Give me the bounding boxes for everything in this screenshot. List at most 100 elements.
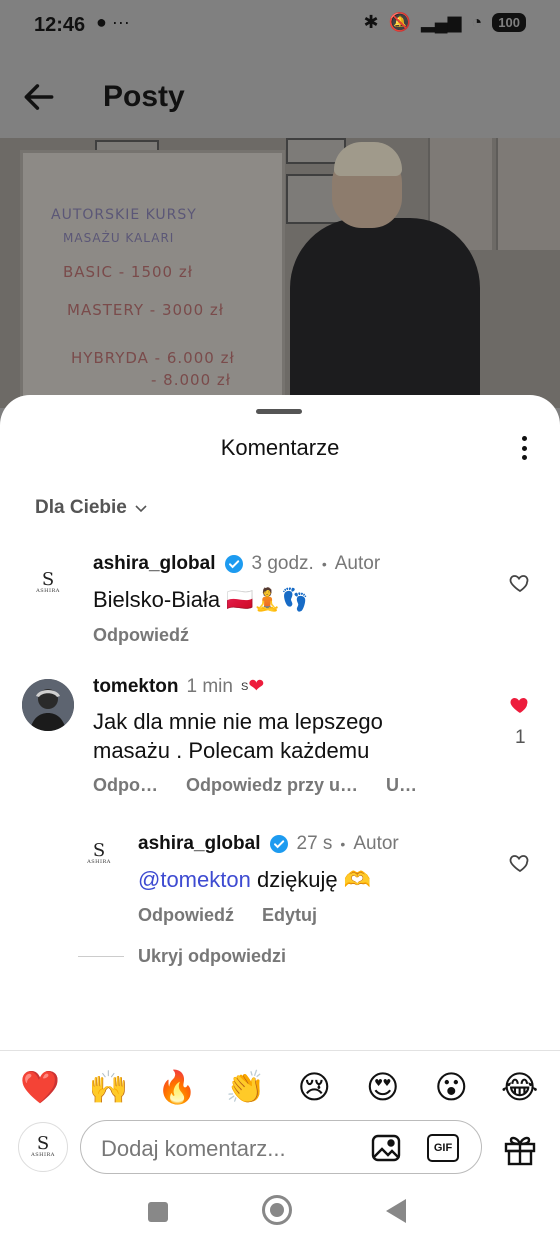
avatar-logo-mark: S xyxy=(92,840,106,861)
comment-username[interactable]: tomekton xyxy=(93,676,179,698)
page-title: Posty xyxy=(103,80,185,113)
heart-filled-icon[interactable] xyxy=(508,693,532,717)
emoji-laughing[interactable]: 😂 xyxy=(497,1068,543,1106)
separator-dot: • xyxy=(340,836,346,852)
home-button[interactable] xyxy=(262,1195,292,1225)
emoji-raised-hands[interactable]: 🙌 xyxy=(86,1068,132,1106)
author-badge: Autor xyxy=(334,553,381,574)
comment-meta: ashira_global 27 s • Autor xyxy=(138,833,399,855)
comment-username[interactable]: ashira_global xyxy=(138,833,261,855)
comment-text: @tomekton dziękuję 🫶 xyxy=(138,865,371,894)
back-button[interactable] xyxy=(20,78,60,118)
reply-with-mention-button[interactable]: Odpowiedz przy u… xyxy=(186,775,358,796)
status-icons: ✱ 🔕 ▂▄▆ ◔ 100 xyxy=(363,12,526,33)
divider xyxy=(78,956,124,957)
comment-time: 3 godz. xyxy=(251,553,314,574)
author-badge: Autor xyxy=(353,833,399,854)
avatar[interactable]: S ASHIRA xyxy=(22,557,74,609)
comment-time: 1 min xyxy=(186,675,233,697)
filter-label: Dla Ciebie xyxy=(35,497,127,518)
comment: S ASHIRA ashira_global 3 godz. • Autor B… xyxy=(0,545,560,655)
status-bar: 12:46 ● ··· ✱ 🔕 ▂▄▆ ◔ 100 xyxy=(0,0,560,52)
reply-comment: S ASHIRA ashira_global 27 s • Autor @tom… xyxy=(0,825,560,935)
avatar-photo-icon xyxy=(22,679,74,731)
reply-button[interactable]: Odpowiedź xyxy=(138,905,234,926)
mention-link[interactable]: @tomekton xyxy=(138,867,251,892)
avatar[interactable]: S ASHIRA xyxy=(76,831,122,877)
comment-text: Jak dla mnie nie ma lepszego masażu . Po… xyxy=(93,707,383,765)
board-text: - 8.000 zł xyxy=(151,371,232,389)
board-text: MASAŻU KALARI xyxy=(63,231,175,245)
verified-badge-icon xyxy=(269,835,288,853)
emoji-clap[interactable]: 👏 xyxy=(223,1068,269,1106)
comment-input[interactable]: Dodaj komentarz... GIF xyxy=(80,1120,482,1174)
comment-meta: ashira_global 3 godz. • Autor xyxy=(93,553,380,575)
comment-actions: Odpowiedź Edytuj xyxy=(138,905,317,926)
system-back-button[interactable] xyxy=(386,1199,406,1223)
comment-meta: tomekton 1 min S ❤ xyxy=(93,675,264,698)
sheet-title: Komentarze xyxy=(220,435,340,460)
presenter xyxy=(290,142,480,408)
board-text: BASIC - 1500 zł xyxy=(63,263,193,281)
comment-text: Bielsko-Biała 🇵🇱🧘👣 xyxy=(93,587,309,612)
comment-actions: Odpowiedź xyxy=(93,625,189,646)
system-nav-bar xyxy=(0,1176,560,1246)
comment-text-line: Jak dla mnie nie ma lepszego xyxy=(93,709,383,734)
separator-dot: • xyxy=(321,556,327,572)
reply-button[interactable]: Odpowiedź xyxy=(93,625,189,646)
comment-username[interactable]: ashira_global xyxy=(93,553,216,575)
chevron-down-icon xyxy=(135,505,147,513)
comment-time: 27 s xyxy=(296,833,333,854)
my-avatar: S ASHIRA xyxy=(18,1122,68,1172)
emoji-heart[interactable]: ❤️ xyxy=(17,1068,63,1106)
comment-input-placeholder: Dodaj komentarz... xyxy=(101,1136,286,1161)
liked-by-author-heart-icon: ❤ xyxy=(248,676,265,697)
reply-button[interactable]: Odpo… xyxy=(93,775,158,796)
board-text: MASTERY - 3000 zł xyxy=(67,301,225,319)
wifi-icon: ◔ xyxy=(471,12,483,32)
image-icon[interactable] xyxy=(371,1134,401,1162)
avatar-logo-text: ASHIRA xyxy=(31,1152,55,1158)
avatar-logo-text: ASHIRA xyxy=(36,588,60,594)
gift-icon[interactable] xyxy=(503,1132,537,1166)
avatar-logo-mark: S xyxy=(41,569,55,590)
app-header: Posty xyxy=(0,52,560,138)
emoji-quick-bar: ❤️ 🙌 🔥 👏 😢 😍 😮 😂 xyxy=(0,1050,560,1122)
board-text: AUTORSKIE KURSY xyxy=(51,207,197,223)
liked-by-author-icon: S xyxy=(240,680,249,693)
board-text: HYBRYDA - 6.000 zł xyxy=(71,349,235,367)
avatar-logo-text: ASHIRA xyxy=(87,859,111,865)
more-action-button[interactable]: U… xyxy=(386,775,417,796)
comment: tomekton 1 min S ❤ Jak dla mnie nie ma l… xyxy=(0,671,560,811)
hide-replies-label: Ukryj odpowiedzi xyxy=(138,946,287,966)
comment-actions: Odpo… Odpowiedz przy u… U… xyxy=(93,775,417,796)
heart-outline-icon[interactable] xyxy=(508,851,532,875)
emoji-heart-eyes[interactable]: 😍 xyxy=(360,1068,406,1106)
emoji-crying[interactable]: 😢 xyxy=(291,1068,337,1106)
post-image: AUTORSKIE KURSY MASAŻU KALARI BASIC - 15… xyxy=(0,138,560,408)
status-time: 12:46 xyxy=(34,14,86,36)
mute-icon: 🔕 xyxy=(388,12,411,32)
arrow-left-icon xyxy=(24,84,54,110)
emoji-surprised[interactable]: 😮 xyxy=(428,1068,474,1106)
more-options-icon[interactable] xyxy=(512,433,536,463)
comments-sheet: Komentarze Dla Ciebie S ASHIRA ashira_gl… xyxy=(0,395,560,1246)
avatar-logo-mark: S xyxy=(36,1133,50,1154)
sheet-grabber[interactable] xyxy=(256,409,302,414)
emoji-fire[interactable]: 🔥 xyxy=(154,1068,200,1106)
flipchart-board: AUTORSKIE KURSY MASAŻU KALARI BASIC - 15… xyxy=(20,150,285,408)
comment-text-body: dziękuję 🫶 xyxy=(256,867,372,892)
comments-filter-dropdown[interactable]: Dla Ciebie xyxy=(35,497,149,519)
recents-button[interactable] xyxy=(148,1202,168,1222)
verified-badge-icon xyxy=(224,555,243,573)
signal-icon: ▂▄▆ xyxy=(420,12,462,32)
notification-icons: ● ··· xyxy=(96,12,130,32)
bluetooth-icon: ✱ xyxy=(363,12,379,32)
edit-button[interactable]: Edytuj xyxy=(262,905,317,926)
avatar[interactable] xyxy=(22,679,74,731)
heart-outline-icon[interactable] xyxy=(508,571,532,595)
comment-text-line: masażu . Polecam każdemu xyxy=(93,738,370,763)
hide-replies-button[interactable]: Ukryj odpowiedzi xyxy=(78,946,286,967)
anatomy-poster xyxy=(496,138,560,250)
gif-icon[interactable]: GIF xyxy=(427,1134,459,1162)
